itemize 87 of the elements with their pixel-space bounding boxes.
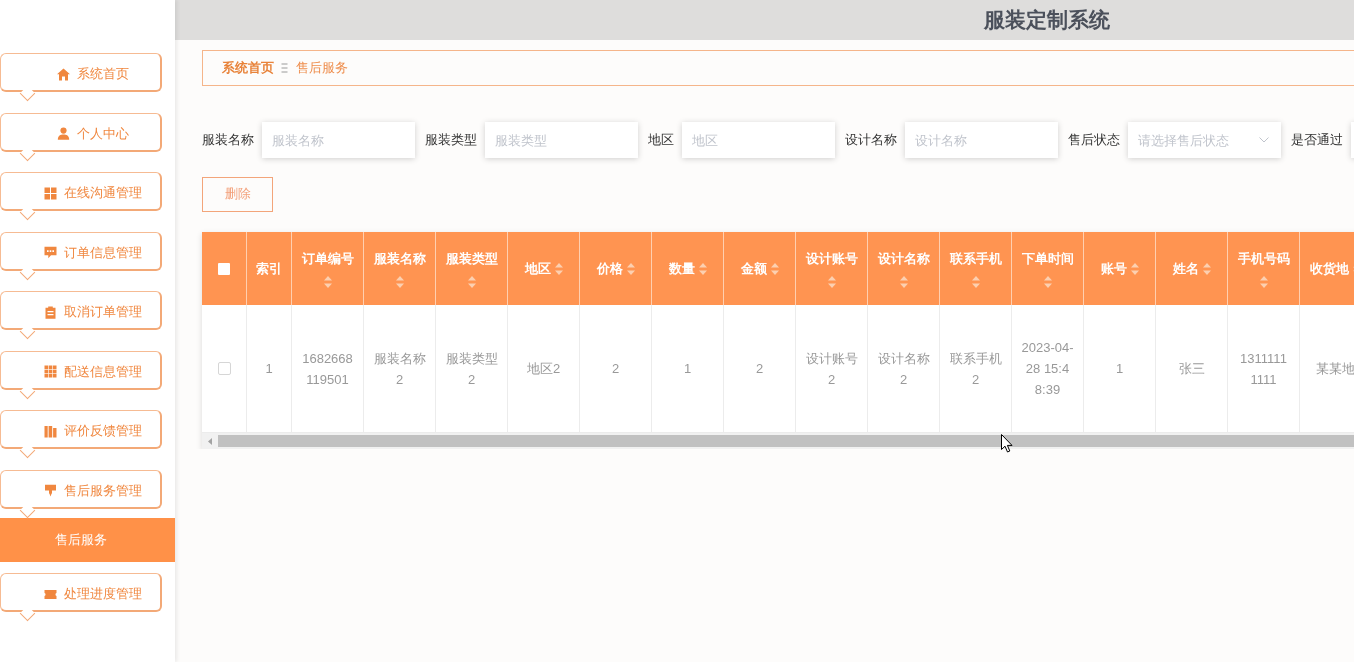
field-label: 服装名称 [202, 131, 254, 149]
table-cell: 2 [724, 305, 796, 433]
sort-icon [1202, 262, 1211, 275]
sort-icon [770, 262, 779, 275]
table-cell: 1682668119501 [292, 305, 364, 433]
grid-icon [44, 186, 57, 200]
field-label: 服装类型 [425, 131, 477, 149]
table-cell: 设计账号2 [796, 305, 868, 433]
app-title: 服装定制系统 [984, 7, 1110, 33]
table-cell: 1 [652, 305, 724, 433]
table-cell: 服装名称2 [364, 305, 436, 433]
field-label: 设计名称 [845, 131, 897, 149]
sidebar-menu-item[interactable]: 订单信息管理 [0, 231, 162, 280]
ticket-icon [44, 587, 57, 601]
table-cell: 1 [1084, 305, 1156, 433]
column-header[interactable]: 地区 [508, 232, 580, 305]
column-header[interactable]: 姓名 [1156, 232, 1228, 305]
chat-bubble-icon [44, 246, 57, 259]
scroll-left-arrow-icon[interactable] [208, 437, 212, 445]
scrollbar-thumb[interactable] [218, 435, 1354, 447]
sort-icon [1259, 275, 1268, 288]
column-header[interactable]: 服装类型 [436, 232, 508, 305]
column-header[interactable]: 设计名称 [868, 232, 940, 305]
column-header[interactable]: 收货地 [1300, 232, 1354, 305]
column-header[interactable]: 联系手机 [940, 232, 1012, 305]
column-header[interactable]: 数量 [652, 232, 724, 305]
sort-icon [1043, 275, 1052, 288]
field-label: 售后状态 [1068, 131, 1120, 149]
sidebar-menu-item[interactable]: 个人中心 [0, 112, 162, 161]
sidebar-menu-item[interactable]: 售后服务管理 [0, 469, 162, 518]
sort-icon [554, 262, 563, 275]
search-field[interactable]: 服装名称 [262, 122, 415, 158]
breadcrumb-current: 售后服务 [296, 59, 348, 77]
table-cell: 张三 [1156, 305, 1228, 433]
sidebar-menu-item[interactable]: 配送信息管理 [0, 350, 162, 399]
chevron-down-icon [1259, 137, 1269, 143]
sort-icon [899, 275, 908, 288]
field-label: 是否通过 [1291, 131, 1343, 149]
select-all-checkbox[interactable] [218, 262, 230, 275]
search-field[interactable]: 设计名称 [905, 122, 1058, 158]
row-checkbox[interactable] [217, 362, 231, 375]
sort-icon [827, 275, 836, 288]
sort-icon [467, 275, 476, 288]
sidebar-menu-item[interactable]: 在线沟通管理 [0, 172, 162, 220]
column-header[interactable]: 下单时间 [1012, 232, 1084, 305]
sort-icon [1130, 262, 1139, 275]
sidebar-menu-item[interactable]: 评价反馈管理 [0, 410, 162, 458]
sort-icon [971, 275, 980, 288]
search-field[interactable]: 服装类型 [485, 122, 638, 158]
sort-icon [626, 262, 635, 275]
column-header[interactable]: 设计账号 [796, 232, 868, 305]
table-cell: 地区2 [508, 305, 580, 433]
table-cell: 联系手机2 [940, 305, 1012, 433]
column-header[interactable]: 账号 [1084, 232, 1156, 305]
sidebar-menu-item[interactable]: 处理进度管理 [0, 573, 162, 621]
horizontal-scrollbar[interactable] [202, 433, 1354, 449]
sidebar-menu-item[interactable]: 取消订单管理 [0, 291, 162, 339]
table-cell: 13111111111 [1228, 305, 1300, 433]
sort-icon [698, 262, 707, 275]
sidebar-menu-item[interactable]: 系统首页 [0, 53, 162, 101]
table-cell: 1 [247, 305, 292, 433]
bar-blocks-icon [44, 424, 57, 438]
column-header[interactable]: 订单编号 [292, 232, 364, 305]
grid-icon [44, 365, 57, 378]
dropdown-select[interactable]: 请选择售后状态 [1128, 122, 1281, 158]
clipboard-icon [44, 305, 57, 319]
column-header[interactable]: 价格 [580, 232, 652, 305]
sort-icon [323, 275, 332, 288]
sidebar-submenu-item[interactable]: 售后服务 [0, 517, 175, 562]
column-header[interactable]: 服装名称 [364, 232, 436, 305]
stamp-icon [44, 484, 57, 497]
field-label: 地区 [648, 131, 674, 149]
person-icon [57, 127, 70, 140]
search-field[interactable]: 地区 [682, 122, 835, 158]
mouse-pointer-icon [1001, 434, 1013, 453]
table-cell: 设计名称2 [868, 305, 940, 433]
table-cell: 服装类型2 [436, 305, 508, 433]
column-header: 索引 [247, 232, 292, 305]
breadcrumb-link[interactable]: 系统首页 [222, 59, 274, 77]
delete-button[interactable]: 删除 [202, 177, 273, 212]
table-cell: 2023-04-28 15:48:39 [1012, 305, 1084, 433]
house-icon [57, 67, 70, 81]
separator-icon [281, 63, 288, 73]
column-header[interactable]: 手机号码 [1228, 232, 1300, 305]
sort-icon [395, 275, 404, 288]
column-header[interactable]: 金额 [724, 232, 796, 305]
table-cell: 2 [580, 305, 652, 433]
